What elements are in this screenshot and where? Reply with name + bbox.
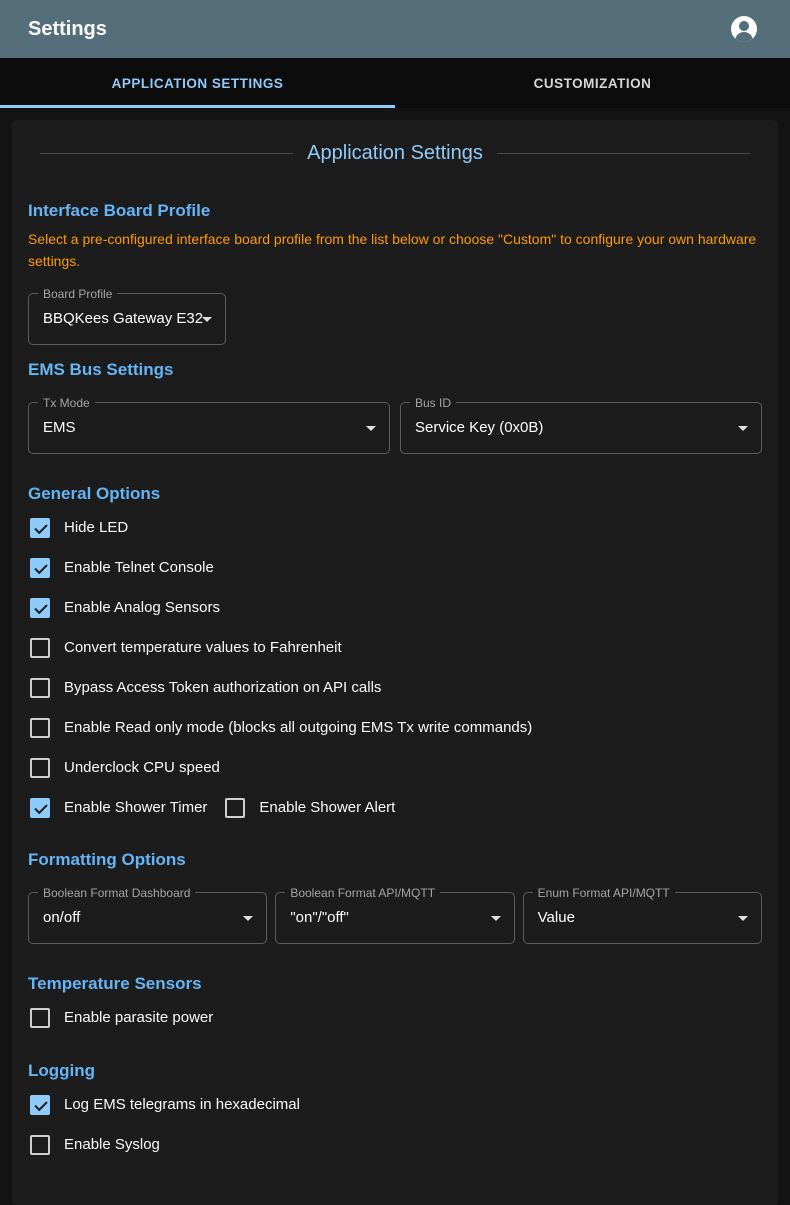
board-profile-description: Select a pre-configured interface board … <box>28 228 758 273</box>
bus-id-select[interactable]: Bus ID Service Key (0x0B) <box>400 402 762 454</box>
select-value: Service Key (0x0B) <box>415 419 543 436</box>
boolean-format-api-select[interactable]: Boolean Format API/MQTT "on"/"off" <box>275 892 514 944</box>
tab-application-settings[interactable]: APPLICATION SETTINGS <box>0 58 395 108</box>
checkbox-label: Underclock CPU speed <box>64 759 220 776</box>
checkbox-label: Enable Analog Sensors <box>64 599 220 616</box>
section-heading: EMS Bus Settings <box>28 360 762 380</box>
checkbox-row-log-hex: Log EMS telegrams in hexadecimal <box>28 1085 762 1125</box>
select-label: Bus ID <box>410 396 456 410</box>
checkbox-label: Log EMS telegrams in hexadecimal <box>64 1096 300 1113</box>
checkbox-row-analog-sensors: Enable Analog Sensors <box>28 588 762 628</box>
board-profile-select[interactable]: Board Profile BBQKees Gateway E32 <box>28 293 226 345</box>
select-value: Value <box>538 909 575 926</box>
checkbox-label: Bypass Access Token authorization on API… <box>64 679 381 696</box>
checkbox-row-hide-led: Hide LED <box>28 508 762 548</box>
section-heading: Formatting Options <box>28 850 762 870</box>
panel-title: Application Settings <box>307 142 483 165</box>
checkbox[interactable] <box>30 638 50 658</box>
account-circle-icon <box>731 16 757 42</box>
select-value: EMS <box>43 419 76 436</box>
checkbox-row-shower: Enable Shower Timer Enable Shower Alert <box>28 788 762 828</box>
checkbox-label: Enable Shower Alert <box>259 799 395 816</box>
checkbox[interactable] <box>30 718 50 738</box>
checkbox[interactable] <box>225 798 245 818</box>
section-formatting-options: Formatting Options Boolean Format Dashbo… <box>28 850 762 944</box>
account-button[interactable] <box>724 9 764 49</box>
checkbox[interactable] <box>30 518 50 538</box>
checkbox[interactable] <box>30 1135 50 1155</box>
tab-customization[interactable]: CUSTOMIZATION <box>395 58 790 108</box>
section-temperature-sensors: Temperature Sensors Enable parasite powe… <box>28 974 762 1038</box>
checkbox-row-underclock: Underclock CPU speed <box>28 748 762 788</box>
checkbox-label: Enable Syslog <box>64 1136 160 1153</box>
section-ems-bus-settings: EMS Bus Settings Tx Mode EMS Bus ID Serv… <box>28 360 762 454</box>
formatting-select-row: Boolean Format Dashboard on/off Boolean … <box>28 892 762 944</box>
app-title: Settings <box>28 18 724 41</box>
general-options-list: Hide LED Enable Telnet Console Enable An… <box>28 508 762 828</box>
section-heading: Interface Board Profile <box>28 201 762 221</box>
checkbox-row-syslog: Enable Syslog <box>28 1125 762 1165</box>
select-label: Tx Mode <box>38 396 95 410</box>
divider-line <box>40 153 293 154</box>
section-interface-board-profile: Interface Board Profile Select a pre-con… <box>28 201 762 345</box>
temperature-options-list: Enable parasite power <box>28 998 762 1038</box>
select-label: Boolean Format API/MQTT <box>285 886 440 900</box>
app-bar: Settings <box>0 0 790 58</box>
settings-panel: Application Settings Interface Board Pro… <box>12 120 778 1205</box>
ems-bus-select-row: Tx Mode EMS Bus ID Service Key (0x0B) <box>28 402 762 454</box>
chevron-down-icon <box>243 916 253 921</box>
checkbox[interactable] <box>30 678 50 698</box>
tab-bar: APPLICATION SETTINGS CUSTOMIZATION <box>0 58 790 108</box>
logging-options-list: Log EMS telegrams in hexadecimal Enable … <box>28 1085 762 1165</box>
checkbox-label: Enable Shower Timer <box>64 799 207 816</box>
divider-line <box>497 153 750 154</box>
select-value: "on"/"off" <box>290 909 349 926</box>
enum-format-api-select[interactable]: Enum Format API/MQTT Value <box>523 892 762 944</box>
checkbox[interactable] <box>30 758 50 778</box>
tx-mode-select[interactable]: Tx Mode EMS <box>28 402 390 454</box>
select-label: Boolean Format Dashboard <box>38 886 195 900</box>
select-label: Board Profile <box>38 287 117 301</box>
checkbox-row-bypass-token: Bypass Access Token authorization on API… <box>28 668 762 708</box>
select-value: on/off <box>43 909 80 926</box>
section-general-options: General Options Hide LED Enable Telnet C… <box>28 484 762 828</box>
checkbox[interactable] <box>30 558 50 578</box>
checkbox-label: Convert temperature values to Fahrenheit <box>64 639 342 656</box>
checkbox-row-read-only: Enable Read only mode (blocks all outgoi… <box>28 708 762 748</box>
chevron-down-icon <box>738 916 748 921</box>
checkbox-label: Enable parasite power <box>64 1009 213 1026</box>
checkbox[interactable] <box>30 1095 50 1115</box>
checkbox[interactable] <box>30 798 50 818</box>
section-logging: Logging Log EMS telegrams in hexadecimal… <box>28 1061 762 1165</box>
checkbox-row-telnet: Enable Telnet Console <box>28 548 762 588</box>
checkbox-row-fahrenheit: Convert temperature values to Fahrenheit <box>28 628 762 668</box>
checkbox-label: Enable Telnet Console <box>64 559 214 576</box>
section-heading: Temperature Sensors <box>28 974 762 994</box>
checkbox-label: Hide LED <box>64 519 128 536</box>
boolean-format-dashboard-select[interactable]: Boolean Format Dashboard on/off <box>28 892 267 944</box>
checkbox-row-parasite-power: Enable parasite power <box>28 998 762 1038</box>
chevron-down-icon <box>366 426 376 431</box>
chevron-down-icon <box>202 317 212 322</box>
select-label: Enum Format API/MQTT <box>533 886 675 900</box>
chevron-down-icon <box>738 426 748 431</box>
section-heading: General Options <box>28 484 762 504</box>
checkbox[interactable] <box>30 1008 50 1028</box>
select-value: BBQKees Gateway E32 <box>43 310 203 327</box>
panel-title-row: Application Settings <box>40 142 750 165</box>
chevron-down-icon <box>491 916 501 921</box>
checkbox-label: Enable Read only mode (blocks all outgoi… <box>64 719 532 736</box>
section-heading: Logging <box>28 1061 762 1081</box>
checkbox[interactable] <box>30 598 50 618</box>
